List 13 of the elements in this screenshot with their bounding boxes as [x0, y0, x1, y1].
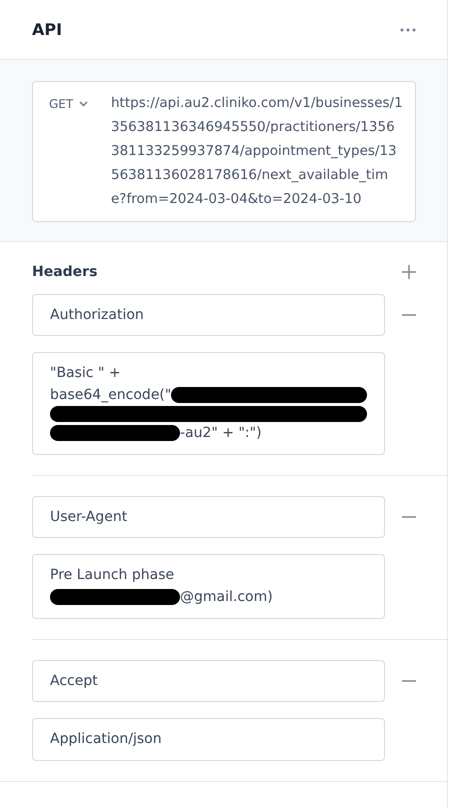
header-value-field[interactable]: Pre Launch phase @gmail.com)	[32, 554, 385, 619]
chevron-down-icon	[79, 101, 88, 107]
method-dropdown[interactable]: GET	[49, 94, 103, 114]
header-value-field[interactable]: "Basic " + base64_encode(" -au2" + ":")	[32, 352, 385, 455]
add-icon[interactable]	[401, 264, 417, 280]
more-options-icon[interactable]	[399, 26, 417, 32]
header-name-field[interactable]: Accept	[32, 660, 385, 702]
panel-title: API	[32, 20, 62, 39]
url-field[interactable]: GET https://api.au2.cliniko.com/v1/businesses/1356381136346945550/practitioners/1356381133259937874/appointment_types/1356381136028178616/next_available_time?from=2024-03-04&to=2024-03-10	[32, 81, 416, 222]
section-title: Headers	[32, 264, 98, 280]
header-name-field[interactable]: User-Agent	[32, 496, 385, 538]
header-name-field[interactable]: Authorization	[32, 294, 385, 336]
header-value-field[interactable]: Application/json	[32, 718, 385, 761]
